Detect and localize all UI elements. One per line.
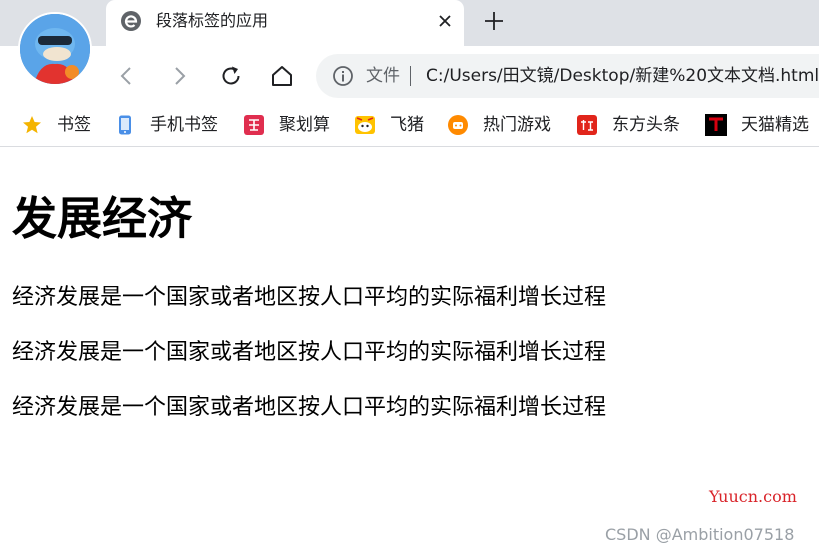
profile-avatar[interactable]: [18, 12, 92, 86]
tmall-icon: [705, 114, 727, 136]
home-icon[interactable]: [269, 63, 295, 89]
juhuasuan-icon: [244, 115, 264, 135]
star-icon: [23, 116, 41, 134]
csdn-watermark: CSDN @Ambition07518: [605, 525, 795, 544]
address-scheme-label: 文件: [366, 66, 400, 86]
edge-e-icon: [121, 11, 141, 31]
fliggy-icon: [355, 116, 375, 134]
address-divider: [410, 66, 411, 86]
phone-icon: [119, 115, 131, 135]
bookmark-label: 天猫精选: [741, 115, 809, 135]
bookmark-label: 手机书签: [150, 115, 218, 135]
dongfang-icon: [577, 115, 597, 135]
plus-icon[interactable]: [481, 8, 507, 34]
address-url[interactable]: C:/Users/田文镜/Desktop/新建%20文本文档.html: [426, 64, 819, 88]
tab-title: 段落标签的应用: [156, 11, 269, 30]
info-icon[interactable]: [332, 65, 354, 87]
bookmark-label: 东方头条: [612, 115, 680, 135]
bookmark-label: 飞猪: [390, 115, 424, 135]
avatar-illustration: [20, 14, 90, 84]
paragraph: 经济发展是一个国家或者地区按人口平均的实际福利增长过程: [12, 395, 607, 420]
bookmark-label: 聚划算: [279, 115, 330, 135]
reload-icon[interactable]: [218, 63, 244, 89]
bookmark-label: 书签: [57, 115, 91, 135]
back-arrow-icon[interactable]: [114, 63, 140, 89]
address-bar[interactable]: 文件 C:/Users/田文镜/Desktop/新建%20文本文档.html: [316, 54, 819, 98]
close-icon[interactable]: [434, 10, 456, 32]
page-heading: 发展经济: [12, 192, 193, 245]
yuucn-watermark: Yuucn.com: [709, 487, 797, 506]
paragraph: 经济发展是一个国家或者地区按人口平均的实际福利增长过程: [12, 340, 607, 365]
game-icon: [448, 115, 468, 135]
bookmarks-bar: 书签 手机书签 聚划算 飞猪 热门游戏 东方头条 天猫精选: [0, 106, 819, 147]
paragraph: 经济发展是一个国家或者地区按人口平均的实际福利增长过程: [12, 285, 607, 310]
toolbar: 文件 C:/Users/田文镜/Desktop/新建%20文本文档.html: [0, 46, 819, 106]
active-tab[interactable]: 段落标签的应用: [106, 0, 464, 46]
bookmark-label: 热门游戏: [483, 115, 551, 135]
tab-strip: 段落标签的应用: [0, 0, 819, 46]
forward-arrow-icon[interactable]: [166, 63, 192, 89]
